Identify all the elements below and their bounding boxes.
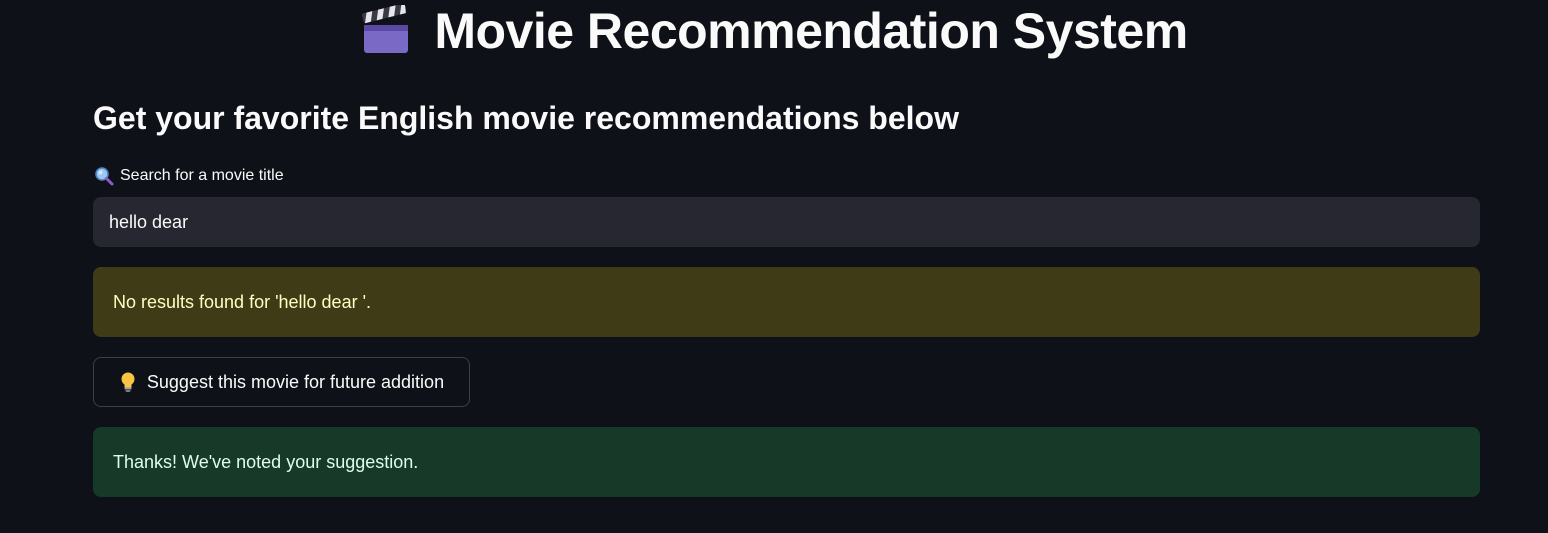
- success-alert: Thanks! We've noted your suggestion.: [93, 427, 1480, 497]
- page-subtitle: Get your favorite English movie recommen…: [93, 100, 959, 136]
- title-row: Movie Recommendation System: [0, 0, 1548, 62]
- success-alert-text: Thanks! We've noted your suggestion.: [113, 451, 419, 472]
- magnifying-glass-icon: [95, 167, 114, 186]
- search-label: Search for a movie title: [94, 166, 284, 186]
- warning-alert: No results found for 'hello dear '.: [93, 267, 1480, 337]
- warning-alert-text: No results found for 'hello dear '.: [113, 291, 372, 312]
- suggest-movie-button[interactable]: Suggest this movie for future addition: [93, 357, 470, 407]
- search-label-text: Search for a movie title: [120, 167, 284, 184]
- app-container: Movie Recommendation System Get your fav…: [0, 0, 1548, 533]
- suggest-movie-button-label: Suggest this movie for future addition: [146, 371, 445, 392]
- search-input[interactable]: [93, 197, 1480, 247]
- light-bulb-icon: [121, 372, 135, 392]
- page-title: Movie Recommendation System: [434, 3, 1188, 59]
- clapper-board-icon: [362, 5, 409, 53]
